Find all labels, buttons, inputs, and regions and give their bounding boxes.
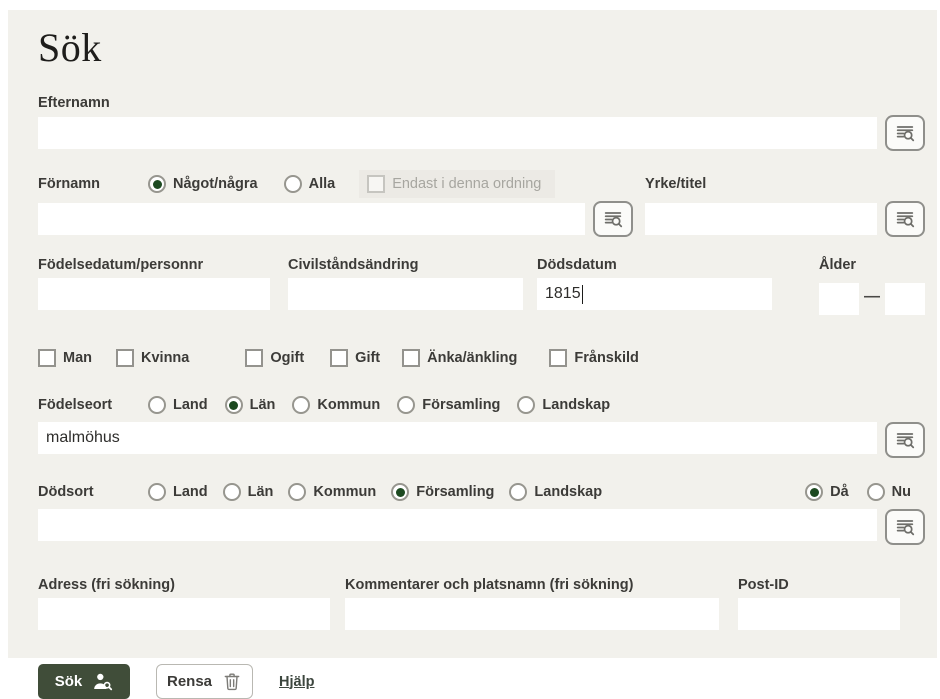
postid-label: Post-ID [738, 577, 900, 593]
dodsort-radio-da[interactable]: Då [805, 483, 849, 501]
person-search-icon [92, 671, 113, 692]
checkbox-icon [116, 349, 134, 367]
list-search-icon [602, 208, 624, 230]
civilstand-label: Civilståndsändring [288, 257, 523, 273]
checkbox-man[interactable]: Man [38, 349, 92, 367]
checkbox-franskild[interactable]: Frånskild [549, 349, 638, 367]
hjalp-link[interactable]: Hjälp [279, 674, 314, 690]
dodsort-label: Dödsort [38, 484, 148, 500]
radio-icon [223, 483, 241, 501]
fornamn-label: Förnamn [38, 176, 148, 192]
fodelseort-radio-forsamling[interactable]: Församling [397, 396, 500, 414]
radio-icon [148, 483, 166, 501]
dodsort-radio-land[interactable]: Land [148, 483, 208, 501]
radio-icon [148, 396, 166, 414]
checkbox-icon [402, 349, 420, 367]
checkbox-icon [367, 175, 385, 193]
dodsort-radio-landskap[interactable]: Landskap [509, 483, 602, 501]
fodelseort-input[interactable]: malmöhus [38, 422, 877, 454]
list-search-icon [894, 516, 916, 538]
radio-icon [397, 396, 415, 414]
checkbox-kvinna[interactable]: Kvinna [116, 349, 189, 367]
radio-icon [867, 483, 885, 501]
checkbox-icon [549, 349, 567, 367]
fodelseort-radio-lan[interactable]: Län [225, 396, 276, 414]
radio-selected-icon [148, 175, 166, 193]
fodelseort-radio-kommun[interactable]: Kommun [292, 396, 380, 414]
dodsort-radio-forsamling[interactable]: Församling [391, 483, 494, 501]
alder-range-dash: — [859, 288, 885, 306]
dodsort-radio-kommun[interactable]: Kommun [288, 483, 376, 501]
radio-icon [517, 396, 535, 414]
dodsort-radio-lan[interactable]: Län [223, 483, 274, 501]
page-title: Sök [38, 24, 925, 71]
yrke-input[interactable] [645, 203, 877, 235]
checkbox-icon [38, 349, 56, 367]
dodsort-lookup-button[interactable] [885, 509, 925, 545]
alder-to-input[interactable] [885, 283, 925, 315]
adress-label: Adress (fri sökning) [38, 577, 330, 593]
fornamn-lookup-button[interactable] [593, 201, 633, 237]
yrke-lookup-button[interactable] [885, 201, 925, 237]
list-search-icon [894, 429, 916, 451]
fodelseort-radio-landskap[interactable]: Landskap [517, 396, 610, 414]
dodsort-input[interactable] [38, 509, 877, 541]
radio-icon [288, 483, 306, 501]
civilstand-input[interactable] [288, 278, 523, 310]
order-checkbox-disabled: Endast i denna ordning [359, 170, 555, 198]
yrke-label: Yrke/titel [645, 176, 755, 192]
fodelsedatum-input[interactable] [38, 278, 270, 310]
radio-selected-icon [805, 483, 823, 501]
fodelsedatum-label: Födelsedatum/personnr [38, 257, 270, 273]
alder-from-input[interactable] [819, 283, 859, 315]
kommentarer-input[interactable] [345, 598, 719, 630]
text-cursor [582, 285, 584, 304]
radio-selected-icon [391, 483, 409, 501]
search-form-panel: Sök Efternamn Förnamn [8, 10, 937, 658]
fornamn-radio-alla[interactable]: Alla [284, 175, 336, 193]
fornamn-input[interactable] [38, 203, 585, 235]
fodelseort-radio-land[interactable]: Land [148, 396, 208, 414]
checkbox-icon [245, 349, 263, 367]
radio-selected-icon [225, 396, 243, 414]
kommentarer-label: Kommentarer och platsnamn (fri sökning) [345, 577, 719, 593]
fodelseort-lookup-button[interactable] [885, 422, 925, 458]
alder-label: Ålder [819, 257, 925, 273]
dodsort-radio-nu[interactable]: Nu [867, 483, 911, 501]
checkbox-gift[interactable]: Gift [330, 349, 380, 367]
efternamn-input[interactable] [38, 117, 877, 149]
radio-icon [509, 483, 527, 501]
checkbox-anka-ankling[interactable]: Änka/änkling [402, 349, 517, 367]
dodsdatum-input[interactable]: 1815 [537, 278, 772, 310]
radio-icon [292, 396, 310, 414]
list-search-icon [894, 122, 916, 144]
checkbox-ogift[interactable]: Ogift [245, 349, 304, 367]
postid-input[interactable] [738, 598, 900, 630]
adress-input[interactable] [38, 598, 330, 630]
list-search-icon [894, 208, 916, 230]
radio-icon [284, 175, 302, 193]
fodelseort-label: Födelseort [38, 397, 148, 413]
efternamn-lookup-button[interactable] [885, 115, 925, 151]
checkbox-icon [330, 349, 348, 367]
dodsdatum-label: Dödsdatum [537, 257, 772, 273]
trash-icon [222, 671, 242, 692]
sok-button[interactable]: Sök [38, 664, 130, 699]
efternamn-label: Efternamn [38, 95, 925, 111]
rensa-button[interactable]: Rensa [156, 664, 253, 699]
fornamn-radio-nagot-nagra[interactable]: Något/några [148, 175, 258, 193]
